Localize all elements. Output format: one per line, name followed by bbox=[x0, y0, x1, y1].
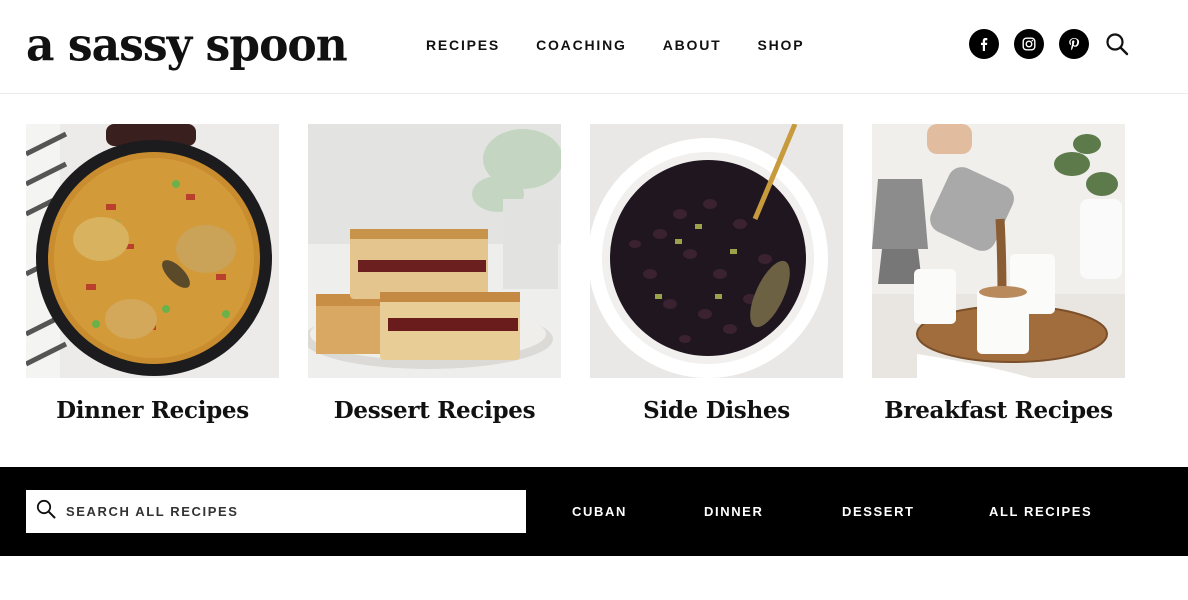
search-icon[interactable] bbox=[1104, 31, 1130, 57]
search-icon bbox=[36, 499, 56, 524]
recipe-search-bar: CUBAN DINNER DESSERT ALL RECIPES bbox=[0, 467, 1188, 556]
category-card-breakfast[interactable]: Breakfast Recipes bbox=[872, 124, 1125, 424]
coffee-pour-image[interactable] bbox=[872, 124, 1125, 378]
paella-image[interactable] bbox=[26, 124, 279, 378]
nav-shop[interactable]: SHOP bbox=[757, 36, 804, 54]
main-nav: RECIPES COACHING ABOUT SHOP bbox=[426, 36, 840, 54]
category-card-dessert[interactable]: Dessert Recipes bbox=[308, 124, 561, 424]
category-card-sides[interactable]: Side Dishes bbox=[590, 124, 843, 424]
facebook-icon[interactable] bbox=[969, 29, 999, 59]
link-dessert[interactable]: DESSERT bbox=[842, 504, 915, 519]
nav-about[interactable]: ABOUT bbox=[663, 36, 722, 54]
link-dinner[interactable]: DINNER bbox=[704, 504, 763, 519]
category-title[interactable]: Dessert Recipes bbox=[308, 397, 561, 424]
category-grid: Dinner Recipes Dessert Recipes Side Dish… bbox=[26, 124, 1154, 424]
search-input[interactable] bbox=[66, 504, 506, 519]
category-title[interactable]: Dinner Recipes bbox=[26, 397, 279, 424]
link-all-recipes[interactable]: ALL RECIPES bbox=[989, 504, 1092, 519]
site-logo[interactable]: a sassy spoon bbox=[26, 19, 348, 74]
site-header: a sassy spoon RECIPES COACHING ABOUT SHO… bbox=[0, 0, 1188, 94]
category-title[interactable]: Side Dishes bbox=[590, 397, 843, 424]
social-links bbox=[969, 29, 1130, 59]
category-title[interactable]: Breakfast Recipes bbox=[872, 397, 1125, 424]
nav-coaching[interactable]: COACHING bbox=[536, 36, 627, 54]
recipe-search-box[interactable] bbox=[26, 490, 526, 533]
cake-bars-image[interactable] bbox=[308, 124, 561, 378]
category-card-dinner[interactable]: Dinner Recipes bbox=[26, 124, 279, 424]
nav-recipes[interactable]: RECIPES bbox=[426, 36, 500, 54]
link-cuban[interactable]: CUBAN bbox=[572, 504, 627, 519]
pinterest-icon[interactable] bbox=[1059, 29, 1089, 59]
instagram-icon[interactable] bbox=[1014, 29, 1044, 59]
black-beans-image[interactable] bbox=[590, 124, 843, 378]
